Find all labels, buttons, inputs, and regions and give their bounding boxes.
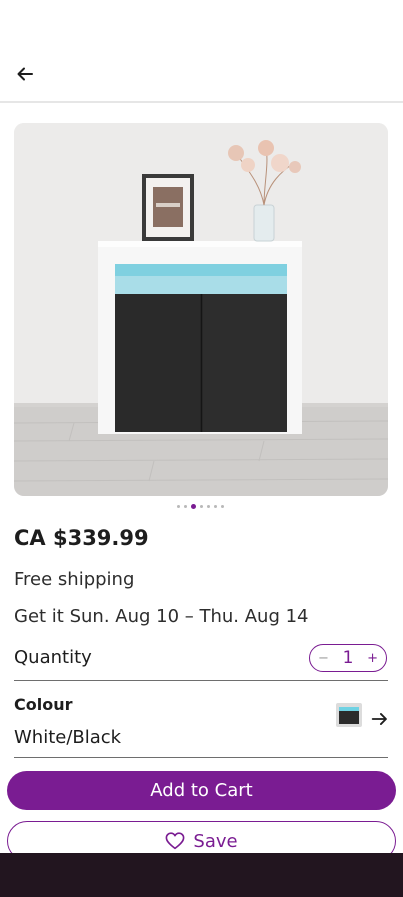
add-to-cart-button[interactable]: Add to Cart <box>7 771 396 810</box>
sideboard-photo <box>14 123 388 496</box>
carousel-dot-active[interactable] <box>191 504 196 509</box>
shipping-info: Free shipping <box>14 569 135 590</box>
carousel-dot[interactable] <box>221 505 224 508</box>
top-app-bar <box>0 0 403 103</box>
add-to-cart-label: Add to Cart <box>150 780 253 801</box>
carousel-dot[interactable] <box>184 505 187 508</box>
colour-divider <box>14 757 388 758</box>
delivery-estimate: Get it Sun. Aug 10 – Thu. Aug 14 <box>14 606 309 627</box>
quantity-divider <box>14 680 388 681</box>
colour-value: White/Black <box>14 727 122 748</box>
carousel-dot[interactable] <box>207 505 210 508</box>
header-divider <box>0 101 403 103</box>
image-carousel-dots[interactable] <box>177 504 224 509</box>
system-navigation-bar <box>0 853 403 897</box>
save-label: Save <box>193 830 238 852</box>
product-image[interactable] <box>14 123 388 496</box>
carousel-dot[interactable] <box>200 505 203 508</box>
increment-button[interactable]: + <box>367 652 378 665</box>
colour-swatch-thumbnail[interactable] <box>335 702 363 728</box>
quantity-label: Quantity <box>14 647 92 668</box>
product-price: CA $339.99 <box>14 526 149 550</box>
quantity-value: 1 <box>342 648 354 668</box>
arrow-right-icon[interactable] <box>369 708 391 730</box>
carousel-dot[interactable] <box>214 505 217 508</box>
carousel-dot[interactable] <box>177 505 180 508</box>
back-arrow-icon[interactable] <box>13 62 37 86</box>
colour-label: Colour <box>14 695 73 714</box>
decrement-button[interactable]: − <box>318 652 329 665</box>
heart-outline-icon <box>165 832 185 850</box>
quantity-stepper[interactable]: − 1 + <box>309 644 387 672</box>
